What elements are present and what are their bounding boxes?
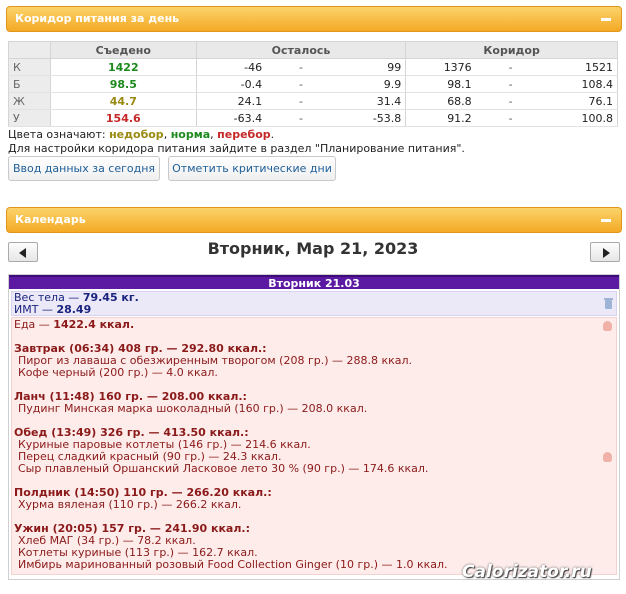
corridor-panel: Коридор питания за день <box>6 6 622 32</box>
row-label: К <box>8 58 51 76</box>
meal-block: Ланч (11:48) 160 гр. — 208.00 ккал.: Пуди… <box>14 391 614 415</box>
table-header-eaten: Съедено <box>49 41 197 59</box>
eaten-value: 154.6 <box>49 109 197 127</box>
meal-block: Обед (13:49) 326 гр. — 413.50 ккал.: Кури… <box>14 427 614 475</box>
calendar-date-title: Вторник, Мар 21, 2023 <box>207 239 419 258</box>
left-max-value: 31.4 <box>335 92 406 110</box>
corridor-min-value: 1376 <box>405 58 476 76</box>
left-min-value: -0.4 <box>195 75 267 93</box>
food-item[interactable]: Сыр плавленый Оршанский Ласковое лето 30… <box>14 463 614 475</box>
table-header-left: Осталось <box>195 41 407 59</box>
corridor-panel-title: Коридор питания за день <box>15 12 180 25</box>
legend-over: перебор <box>217 128 271 141</box>
food-item[interactable]: Пудинг Минская марка шоколадный (160 гр.… <box>14 403 614 415</box>
legend-sep-1: , <box>163 128 168 141</box>
legend-sep-2: , <box>210 128 214 141</box>
hand-pointer-icon[interactable] <box>603 452 612 462</box>
trash-icon[interactable] <box>604 298 613 309</box>
food-total-label: Еда — <box>14 318 50 331</box>
meal-list: Завтрак (06:34) 408 гр. — 292.80 ккал.: П… <box>14 343 614 571</box>
eaten-value: 44.7 <box>49 92 197 110</box>
legend-prefix: Цвета означают: <box>8 128 106 141</box>
day-card: Вторник 21.03 Вес тела — 79.45 кг. ИМТ —… <box>8 274 620 580</box>
legend-under: недобор <box>109 128 164 141</box>
settings-note: Для настройки коридора питания зайдите в… <box>8 142 465 155</box>
critical-days-button[interactable]: Отметить критические дни <box>168 156 336 181</box>
food-box: Еда — 1422.4 ккал. Завтрак (06:34) 408 г… <box>11 317 617 575</box>
row-label: Ж <box>8 92 51 110</box>
corridor-panel-header[interactable]: Коридор питания за день <box>6 6 622 32</box>
left-max-value: -53.8 <box>335 109 406 127</box>
left-dash: - <box>266 92 336 110</box>
left-max-value: 9.9 <box>335 75 406 93</box>
color-legend: Цвета означают: недобор, норма, перебор.… <box>8 128 465 156</box>
corridor-min-value: 68.8 <box>405 92 476 110</box>
corridor-dash: - <box>475 109 546 127</box>
left-min-value: -46 <box>195 58 267 76</box>
left-max-value: 99 <box>335 58 406 76</box>
calendar-panel-header[interactable]: Календарь <box>6 207 622 233</box>
corridor-dash: - <box>475 75 546 93</box>
row-label: У <box>8 109 51 127</box>
calendar-panel: Календарь <box>6 207 622 233</box>
next-day-button[interactable] <box>590 242 620 262</box>
minus-icon[interactable] <box>601 18 611 21</box>
table-row: Ж 44.7 24.1-31.4 68.8-76.1 <box>8 92 618 110</box>
table-row: К 1422 -46-99 1376-1521 <box>8 58 618 76</box>
bmi-label: ИМТ — <box>14 303 53 316</box>
corridor-table: Съедено Осталось Коридор К 1422 -46-99 1376… <box>8 41 618 127</box>
table-row: У 154.6 -63.4- -53.8 91.2-100.8 <box>8 109 618 127</box>
corridor-max-value: 100.8 <box>545 109 618 127</box>
row-label: Б <box>8 75 51 93</box>
legend-end: . <box>270 128 275 141</box>
calendar-panel-title: Календарь <box>15 213 86 226</box>
corridor-dash: - <box>475 92 546 110</box>
left-min-value: 24.1 <box>195 92 267 110</box>
eaten-value: 98.5 <box>49 75 197 93</box>
bmi-value: 28.49 <box>56 303 92 316</box>
meal-block: Полдник (14:50) 110 гр. — 266.20 ккал.: Х… <box>14 487 614 511</box>
left-dash: - <box>266 75 336 93</box>
food-item[interactable]: Кофе черный (200 гр.) — 4.0 ккал. <box>14 367 614 379</box>
food-item[interactable]: Хурма вяленая (110 гр.) — 266.2 ккал. <box>14 499 614 511</box>
watermark-logo: Calorizator.ru <box>462 562 592 582</box>
body-metrics-box: Вес тела — 79.45 кг. ИМТ — 28.49 <box>11 291 617 316</box>
legend-norm: норма <box>170 128 211 141</box>
corridor-min-value: 98.1 <box>405 75 476 93</box>
minus-icon[interactable] <box>601 219 611 222</box>
food-total-value: 1422.4 ккал. <box>53 318 135 331</box>
corridor-dash: - <box>475 58 546 76</box>
corridor-min-value: 91.2 <box>405 109 476 127</box>
meal-block: Завтрак (06:34) 408 гр. — 292.80 ккал.: П… <box>14 343 614 379</box>
eaten-value: 1422 <box>49 58 197 76</box>
arrow-right-icon <box>603 248 610 258</box>
corridor-max-value: 108.4 <box>545 75 618 93</box>
corridor-max-value: 76.1 <box>545 92 618 110</box>
corridor-max-value: 1521 <box>545 58 618 76</box>
day-header[interactable]: Вторник 21.03 <box>9 275 619 290</box>
hand-pointer-icon[interactable] <box>603 321 612 331</box>
table-header-corridor: Коридор <box>405 41 618 59</box>
left-dash: - <box>266 109 336 127</box>
input-today-button[interactable]: Ввод данных за сегодня <box>8 156 160 181</box>
left-min-value: -63.4 <box>195 109 267 127</box>
table-header-blank <box>8 41 51 59</box>
left-dash: - <box>266 58 336 76</box>
table-row: Б 98.5 -0.4-9.9 98.1-108.4 <box>8 75 618 93</box>
